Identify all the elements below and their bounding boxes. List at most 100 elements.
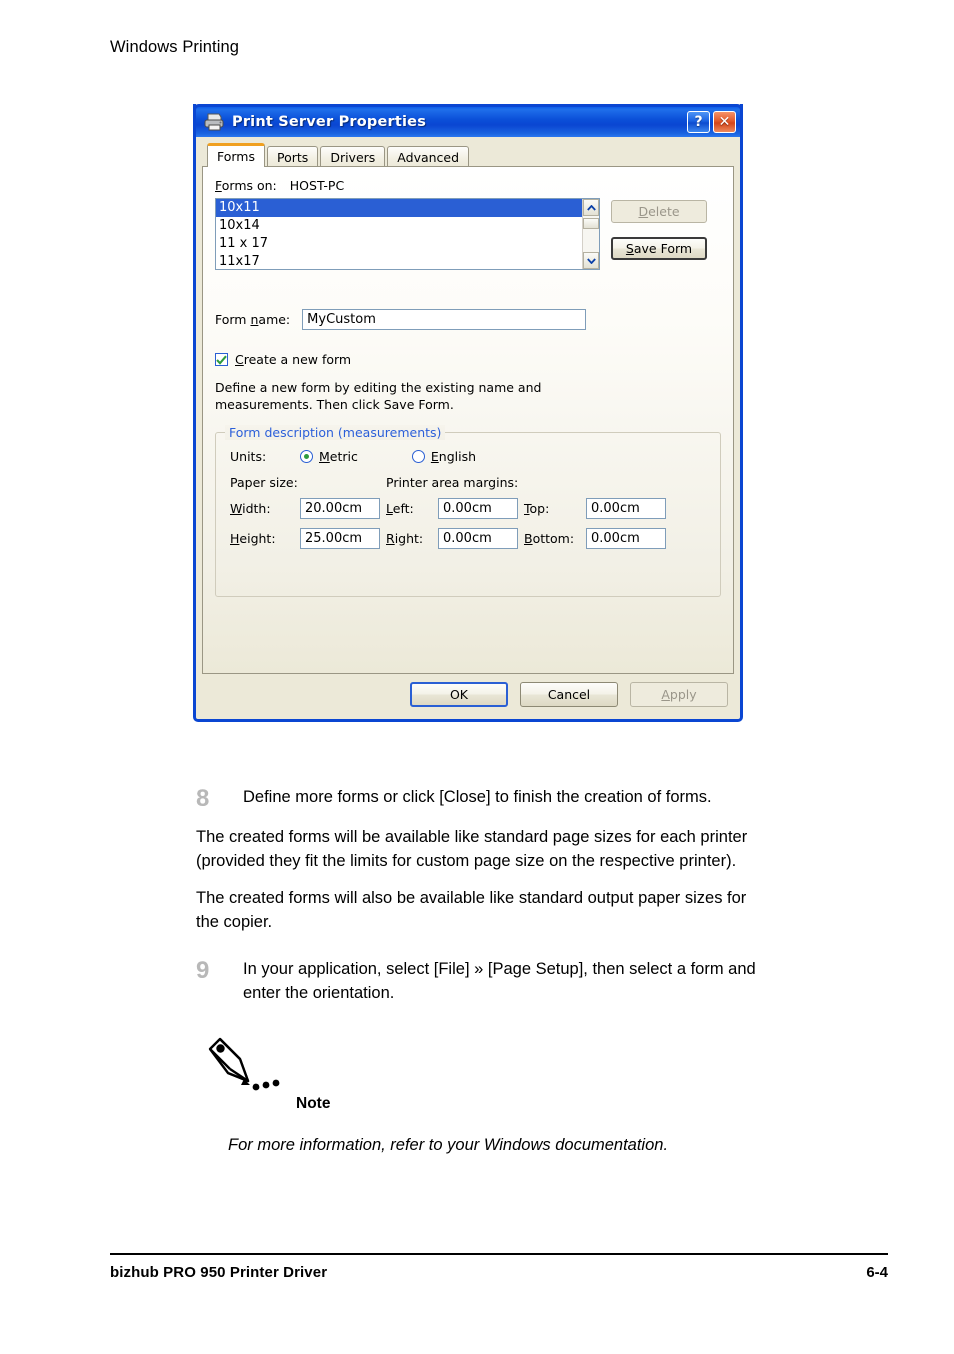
scroll-down-button[interactable] — [583, 252, 599, 269]
list-item[interactable]: 11x17 — [216, 253, 582, 269]
width-label: Width: — [230, 500, 271, 516]
radio-metric[interactable] — [300, 449, 313, 463]
right-label: Right: — [386, 530, 424, 546]
tab-drivers[interactable]: Drivers — [320, 146, 386, 167]
paragraph-1-line-1: The created forms will be available like… — [196, 828, 748, 846]
save-form-button-label: Save Form — [625, 241, 693, 256]
forms-on-row: Forms on: HOST-PC — [215, 178, 721, 193]
step-8: 8 Define more forms or click [Close] to … — [196, 786, 896, 811]
form-name-label: Form name: — [215, 312, 291, 327]
help-button[interactable]: ? — [687, 111, 710, 133]
tab-advanced[interactable]: Advanced — [387, 146, 470, 167]
left-label: Left: — [386, 500, 414, 516]
paragraph-2-line-1: The created forms will also be available… — [196, 889, 747, 907]
close-button[interactable]: ✕ — [713, 111, 736, 133]
create-new-form-row[interactable]: Create a new form — [215, 352, 721, 367]
footer-divider — [110, 1253, 888, 1255]
cancel-button[interactable]: Cancel — [520, 682, 618, 707]
scrollbar-thumb[interactable] — [583, 218, 599, 229]
footer-title: bizhub PRO 950 Printer Driver — [110, 1264, 328, 1281]
form-name-input[interactable]: MyCustom — [302, 309, 587, 330]
radio-dot — [304, 453, 309, 459]
bottom-margin-input[interactable]: 0.00cm — [586, 527, 666, 549]
groupbox-label: Form description (measurements) — [225, 424, 446, 440]
tab-ports-label: Ports — [277, 149, 309, 165]
pencil-icon — [208, 1037, 280, 1091]
chevron-up-icon — [586, 204, 596, 211]
form-name-row: Form name: MyCustom — [215, 309, 721, 330]
radio-english[interactable] — [411, 449, 425, 463]
ok-button[interactable]: OK — [410, 682, 508, 707]
print-server-properties-dialog: Print Server Properties ? ✕ Forms Ports … — [193, 104, 743, 722]
paragraph-1: The created forms will be available like… — [196, 826, 896, 874]
help-icon: ? — [694, 114, 703, 130]
height-input[interactable]: 25.00cm — [300, 527, 380, 549]
create-new-form-label: Create a new form — [235, 352, 352, 367]
forms-on-label: Forms on: — [215, 178, 277, 193]
check-icon — [216, 355, 227, 365]
height-label: Height: — [230, 530, 276, 546]
right-margin-input[interactable]: 0.00cm — [438, 527, 518, 549]
units-metric-option[interactable]: Metric — [300, 449, 358, 464]
left-field-cell: 0.00cm — [438, 497, 524, 519]
forms-listbox[interactable]: 10x11 10x14 11 x 17 11x17 — [215, 198, 600, 270]
form-description-line2: measurements. Then click Save Form. — [215, 396, 454, 412]
list-item[interactable]: 10x11 — [216, 199, 582, 217]
bottom-field-cell: 0.00cm — [586, 527, 666, 549]
width-input[interactable]: 20.00cm — [300, 497, 380, 519]
save-form-button[interactable]: Save Form — [611, 237, 707, 260]
tab-drivers-label: Drivers — [330, 149, 376, 165]
tab-strip: Forms Ports Drivers Advanced — [202, 143, 734, 167]
chevron-down-icon — [586, 257, 596, 264]
apply-button-label: Apply — [661, 687, 697, 702]
measurement-row-1: Width: 20.00cm Left: 0.00cm Top: 0.00cm — [230, 497, 710, 519]
dialog-body: Forms Ports Drivers Advanced Forms on: H… — [196, 137, 740, 719]
printer-icon — [204, 113, 224, 131]
list-item[interactable]: 10x14 — [216, 217, 582, 235]
tab-forms[interactable]: Forms — [207, 143, 266, 167]
forms-list-scrollbar[interactable] — [582, 199, 599, 269]
delete-button-label: Delete — [638, 204, 680, 219]
page-header: Windows Printing — [110, 38, 240, 56]
note-text: For more information, refer to your Wind… — [228, 1136, 669, 1154]
form-description-groupbox: Form description (measurements) Units: M… — [215, 424, 721, 597]
list-item[interactable]: 11 x 17 — [216, 235, 582, 253]
step-9-number: 9 — [196, 957, 210, 984]
paragraph-2: The created forms will also be available… — [196, 887, 896, 935]
list-side-buttons: Delete Save Form — [611, 198, 707, 260]
tab-ports[interactable]: Ports — [267, 146, 319, 167]
note-block: Note — [196, 1035, 330, 1120]
units-english-label: English — [430, 448, 477, 464]
scrollbar-track[interactable] — [583, 216, 599, 252]
measurement-headers: Paper size: Printer area margins: — [230, 475, 710, 490]
form-description-line1: Define a new form by editing the existin… — [215, 380, 542, 395]
scroll-up-button[interactable] — [583, 199, 599, 216]
step-9-line-1: In your application, select [File] » [Pa… — [243, 960, 756, 978]
apply-button[interactable]: Apply — [630, 682, 728, 707]
top-margin-input[interactable]: 0.00cm — [586, 497, 666, 519]
units-english-option[interactable]: English — [411, 448, 477, 464]
units-metric-label: Metric — [319, 448, 358, 464]
bottom-label: Bottom: — [524, 530, 575, 546]
create-new-form-checkbox[interactable] — [215, 353, 228, 366]
forms-list-items: 10x11 10x14 11 x 17 11x17 — [216, 199, 582, 269]
footer-page-number: 6-4 — [866, 1264, 888, 1281]
delete-button[interactable]: Delete — [611, 200, 707, 223]
top-label: Top: — [524, 500, 550, 516]
tab-forms-label: Forms — [217, 149, 256, 164]
left-margin-input[interactable]: 0.00cm — [438, 497, 518, 519]
paper-size-header: Paper size: — [230, 474, 298, 490]
dialog-button-bar: OK Cancel Apply — [410, 682, 728, 707]
margins-header: Printer area margins: — [386, 474, 519, 490]
paragraph-1-line-2: (provided they fit the limits for custom… — [196, 851, 737, 870]
width-field-cell: 20.00cm — [300, 497, 386, 519]
tab-advanced-label: Advanced — [397, 149, 460, 165]
units-label: Units: — [230, 448, 267, 464]
step-8-number: 8 — [196, 785, 210, 812]
top-field-cell: 0.00cm — [586, 497, 666, 519]
dialog-titlebar: Print Server Properties ? ✕ — [193, 104, 743, 137]
height-field-cell: 25.00cm — [300, 527, 386, 549]
step-8-text: Define more forms or click [Close] to fi… — [243, 788, 712, 806]
units-row: Units: Metric English — [230, 449, 710, 464]
note-label: Note — [296, 1095, 331, 1112]
